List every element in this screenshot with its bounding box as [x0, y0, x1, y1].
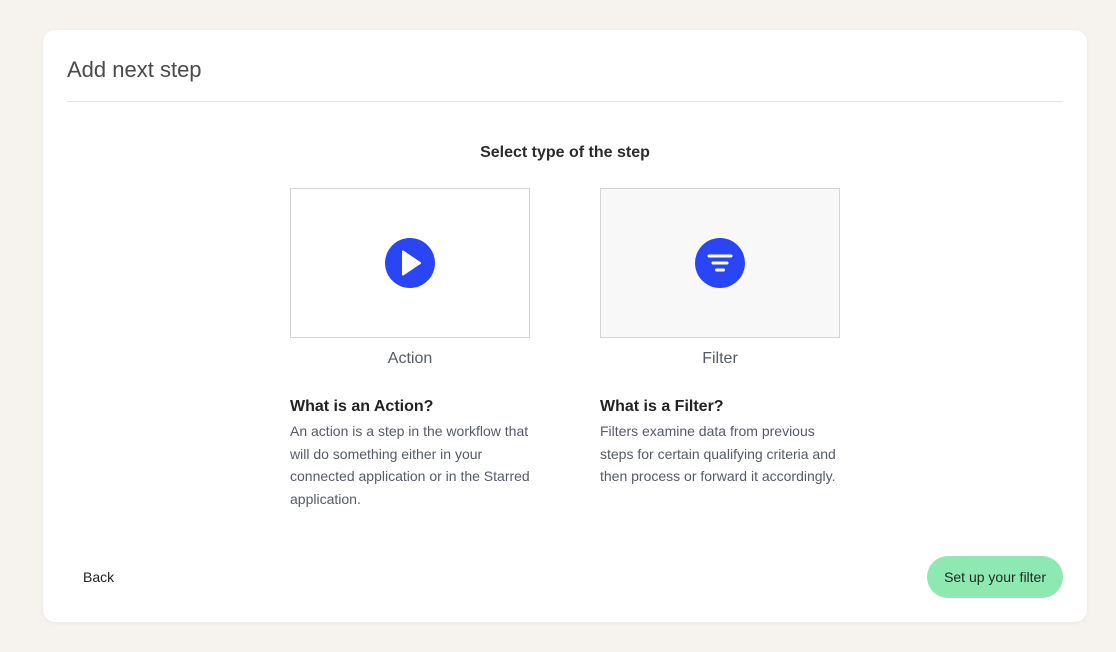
- dialog-header: Add next step: [67, 30, 1063, 102]
- back-button[interactable]: Back: [70, 558, 127, 596]
- option-filter: Filter: [600, 188, 840, 368]
- dialog-title: Add next step: [67, 57, 202, 82]
- section-title: Select type of the step: [480, 144, 650, 161]
- action-description-text: An action is a step in the workflow that…: [290, 423, 530, 507]
- filter-description: What is a Filter? Filters examine data f…: [600, 398, 850, 488]
- action-description-title: What is an Action?: [290, 398, 434, 415]
- filter-icon: [695, 238, 745, 288]
- filter-description-title: What is a Filter?: [600, 398, 724, 415]
- setup-filter-button[interactable]: Set up your filter: [927, 556, 1063, 598]
- filter-tile[interactable]: [600, 188, 840, 338]
- action-description: What is an Action? An action is a step i…: [290, 398, 540, 510]
- option-action: Action: [290, 188, 530, 368]
- action-label: Action: [387, 350, 433, 367]
- add-step-dialog: Add next step Select type of the step Ac…: [43, 30, 1087, 622]
- filter-description-text: Filters examine data from previous steps…: [600, 423, 836, 484]
- action-tile[interactable]: [290, 188, 530, 338]
- filter-label: Filter: [702, 350, 738, 367]
- play-icon: [385, 238, 435, 288]
